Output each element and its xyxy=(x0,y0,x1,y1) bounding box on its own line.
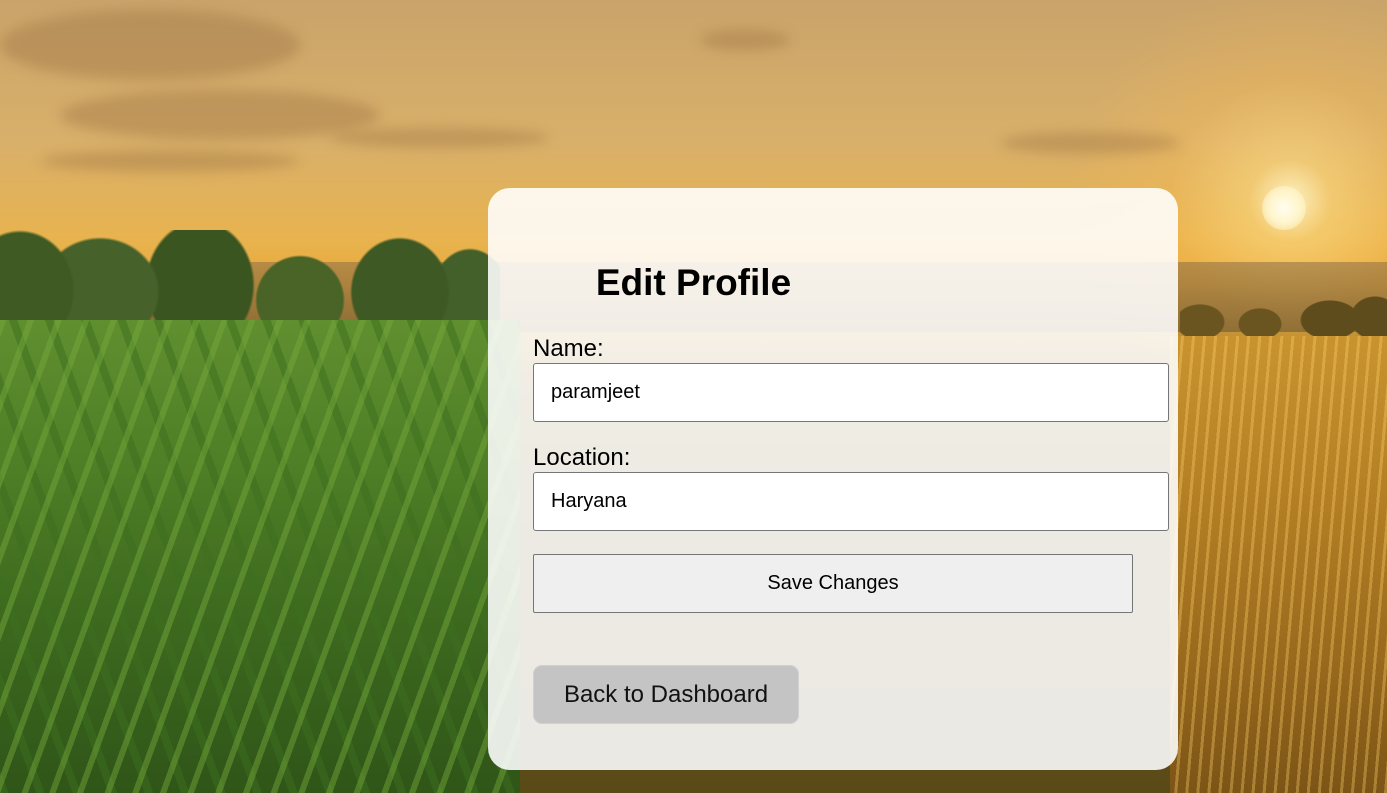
cloud xyxy=(1000,132,1180,154)
sun xyxy=(1262,186,1306,230)
location-label: Location: xyxy=(533,444,631,471)
cloud xyxy=(60,90,380,140)
name-label: Name: xyxy=(533,335,604,362)
wheat-field xyxy=(1170,336,1387,793)
cloud xyxy=(330,128,550,148)
name-input[interactable]: paramjeet xyxy=(533,363,1169,422)
cloud xyxy=(700,30,790,50)
cloud xyxy=(0,10,300,80)
cloud xyxy=(40,150,300,172)
corn-field xyxy=(0,320,520,793)
save-changes-button[interactable]: Save Changes xyxy=(533,554,1133,613)
location-input[interactable]: Haryana xyxy=(533,472,1169,531)
page-title: Edit Profile xyxy=(595,262,792,303)
back-to-dashboard-button[interactable]: Back to Dashboard xyxy=(533,665,799,724)
